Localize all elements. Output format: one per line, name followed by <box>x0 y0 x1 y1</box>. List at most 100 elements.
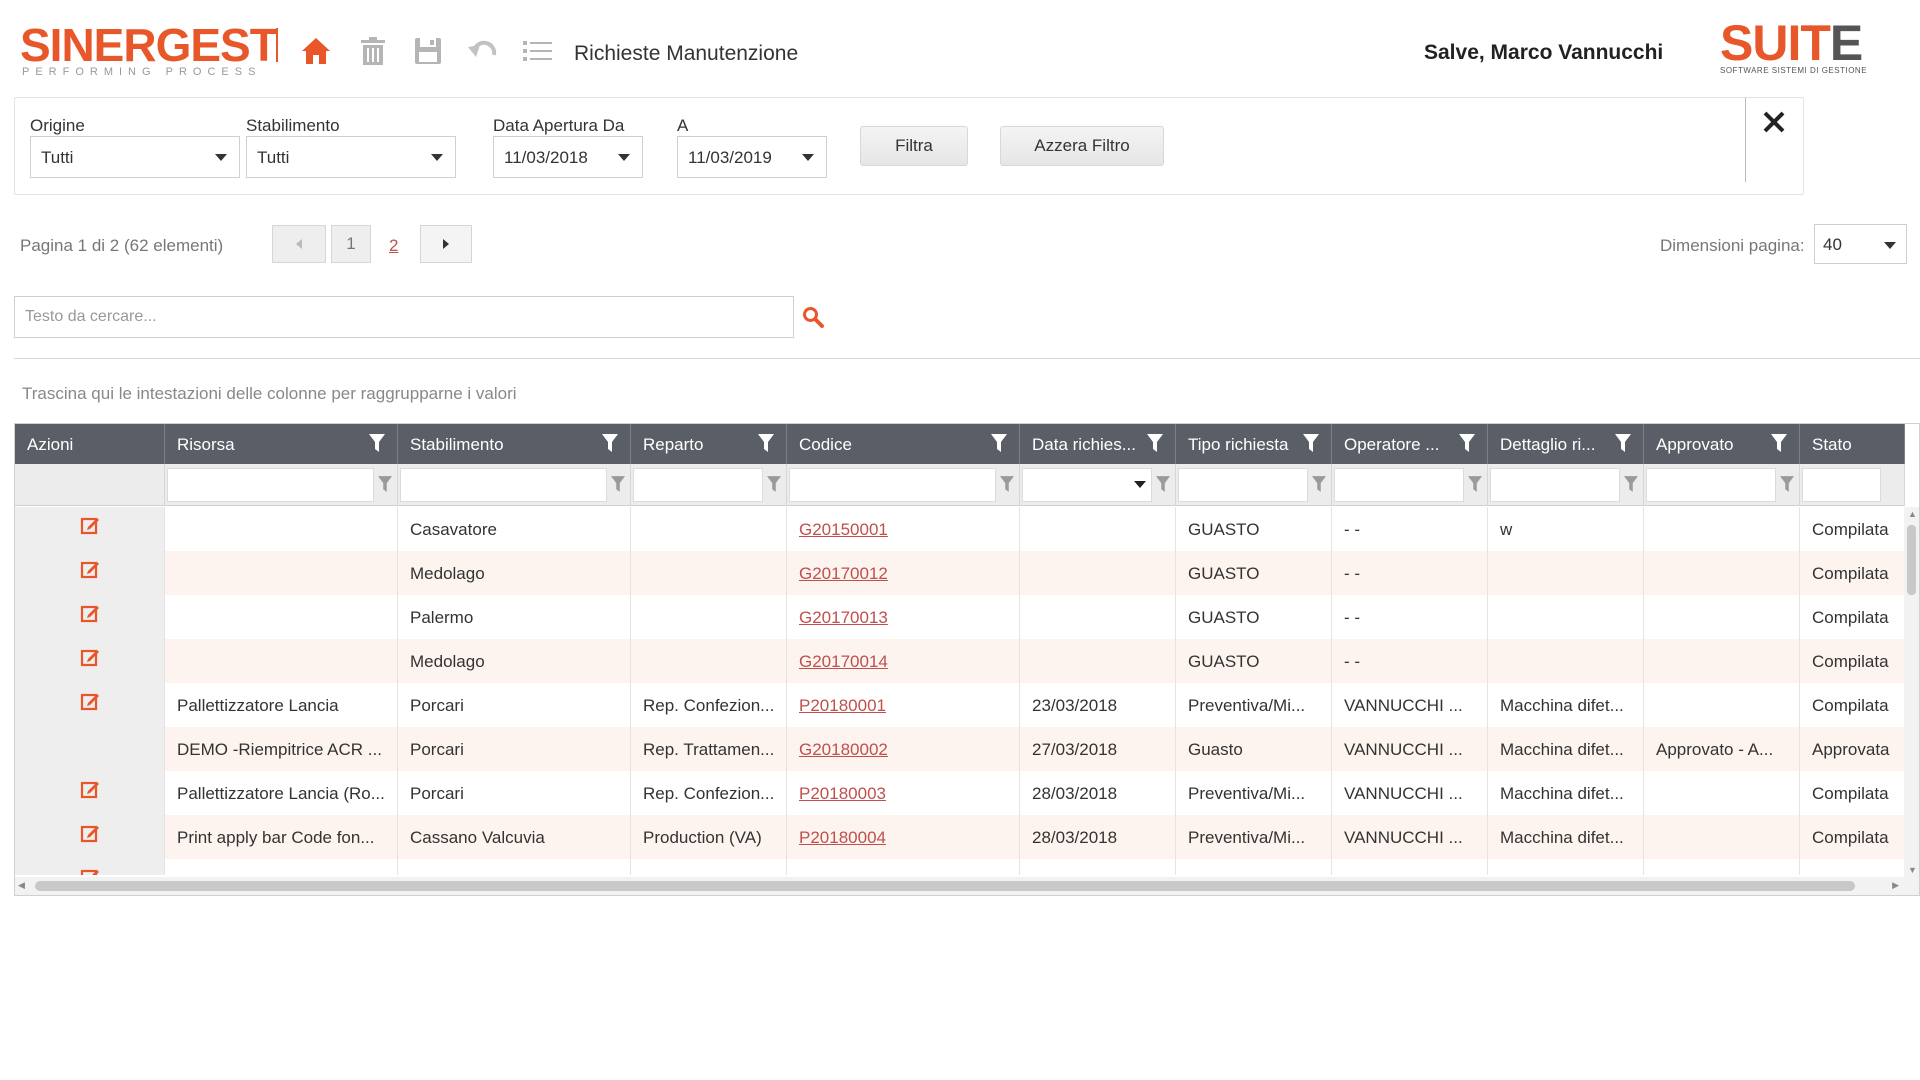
page-size-select[interactable]: 40 <box>1814 224 1907 264</box>
pager-next-button[interactable] <box>420 225 472 263</box>
filter-icon[interactable] <box>611 476 625 492</box>
codice-link[interactable]: P20180005 <box>799 872 886 875</box>
table-row[interactable]: Casavatore G20150001 GUASTO - - w Compilata <box>15 507 1905 551</box>
filter-icon[interactable] <box>991 434 1007 452</box>
search-icon[interactable] <box>802 306 824 328</box>
column-header-7[interactable]: Operatore ... <box>1332 424 1488 464</box>
origine-select[interactable]: Tutti <box>30 136 240 178</box>
filter-icon[interactable] <box>1000 476 1014 492</box>
filter-icon[interactable] <box>1615 434 1631 452</box>
column-filter-input[interactable] <box>789 468 996 502</box>
brand-right: SUITE <box>1720 18 1867 68</box>
horizontal-scroll-thumb[interactable] <box>35 881 1855 891</box>
filtra-button[interactable]: Filtra <box>860 126 968 166</box>
column-header-8[interactable]: Dettaglio ri... <box>1488 424 1644 464</box>
table-row[interactable]: Palermo G20170013 GUASTO - - Compilata <box>15 595 1905 639</box>
scroll-left-icon[interactable]: ◀ <box>18 880 25 891</box>
home-icon[interactable] <box>299 34 333 68</box>
filter-icon[interactable] <box>1156 476 1170 492</box>
column-header-10[interactable]: Stato <box>1800 424 1905 464</box>
filter-icon[interactable] <box>378 476 392 492</box>
edit-icon[interactable] <box>80 779 100 799</box>
column-header-4[interactable]: Codice <box>787 424 1020 464</box>
filter-icon[interactable] <box>1468 476 1482 492</box>
column-filter-input[interactable] <box>167 468 374 502</box>
table-row[interactable]: Pallettizzatore Lancia (Ro... Porcari Rep.… <box>15 771 1905 815</box>
column-filter-input[interactable] <box>1022 468 1152 502</box>
filter-icon[interactable] <box>1624 476 1638 492</box>
group-panel-hint[interactable]: Trascina qui le intestazioni delle colon… <box>22 384 517 404</box>
filter-icon[interactable] <box>1771 434 1787 452</box>
table-row[interactable]: Medolago G20170012 GUASTO - - Compilata <box>15 551 1905 595</box>
table-row[interactable]: Pallettizzatore Lancia Porcari Rep. Confez… <box>15 683 1905 727</box>
column-header-3[interactable]: Reparto <box>631 424 787 464</box>
codice-link[interactable]: P20180001 <box>799 696 886 715</box>
edit-icon[interactable] <box>80 867 100 875</box>
filter-icon[interactable] <box>369 434 385 452</box>
column-filter-input[interactable] <box>1646 468 1776 502</box>
codice-link[interactable]: G20170013 <box>799 608 888 627</box>
column-header-9[interactable]: Approvato <box>1644 424 1800 464</box>
pager-page-2[interactable]: 2 <box>389 236 398 256</box>
filter-icon[interactable] <box>758 434 774 452</box>
search-input[interactable] <box>14 296 794 338</box>
edit-icon[interactable] <box>80 647 100 667</box>
column-filter-input[interactable] <box>633 468 763 502</box>
table-row[interactable]: Medolago G20170014 GUASTO - - Compilata <box>15 639 1905 683</box>
filter-icon[interactable] <box>1459 434 1475 452</box>
data-a-picker[interactable]: 11/03/2019 <box>677 136 827 178</box>
table-row[interactable]: DEMO -Riempitrice ACR ... Porcari Rep. Tra… <box>15 727 1905 771</box>
scroll-right-icon[interactable]: ▶ <box>1892 880 1899 891</box>
column-filter-input[interactable] <box>1490 468 1620 502</box>
filter-icon[interactable] <box>602 434 618 452</box>
column-filter-input[interactable] <box>1802 468 1881 502</box>
vertical-scroll-thumb[interactable] <box>1907 525 1916 595</box>
edit-icon[interactable] <box>80 603 100 623</box>
sinergest-logo[interactable]: SINERGEST PERFORMING PROCESS <box>20 22 278 78</box>
codice-link[interactable]: P20180004 <box>799 828 886 847</box>
edit-icon[interactable] <box>80 515 100 535</box>
list-icon[interactable] <box>521 34 555 68</box>
filter-icon[interactable] <box>767 476 781 492</box>
pager-page-1[interactable]: 1 <box>331 225 371 263</box>
column-filter-input[interactable] <box>400 468 607 502</box>
codice-link[interactable]: G20180002 <box>799 740 888 759</box>
scroll-down-icon[interactable]: ▼ <box>1908 865 1917 875</box>
chevron-down-icon[interactable] <box>1134 481 1146 488</box>
column-header-1[interactable]: Risorsa <box>165 424 398 464</box>
stabilimento-select[interactable]: Tutti <box>246 136 456 178</box>
column-filter-input[interactable] <box>1178 468 1308 502</box>
codice-link[interactable]: G20150001 <box>799 520 888 539</box>
azzera-filtro-button[interactable]: Azzera Filtro <box>1000 126 1164 166</box>
column-filter-input[interactable] <box>1334 468 1464 502</box>
vertical-scrollbar[interactable]: ▲ ▼ <box>1904 507 1919 877</box>
table-row[interactable]: Collettore di scarico (R...PorcariRep. C… <box>15 859 1905 875</box>
codice-link[interactable]: G20170014 <box>799 652 888 671</box>
table-row[interactable]: Print apply bar Code fon... Cassano Valcu… <box>15 815 1905 859</box>
pager-prev-button[interactable] <box>272 225 326 263</box>
save-icon[interactable] <box>411 34 445 68</box>
filter-icon[interactable] <box>1312 476 1326 492</box>
column-header-5[interactable]: Data richies... <box>1020 424 1176 464</box>
filter-icon[interactable] <box>1780 476 1794 492</box>
edit-icon[interactable] <box>80 823 100 843</box>
edit-icon[interactable] <box>80 691 100 711</box>
cell-risorsa <box>165 507 398 551</box>
column-header-6[interactable]: Tipo richiesta <box>1176 424 1332 464</box>
filter-icon[interactable] <box>1147 434 1163 452</box>
trash-icon[interactable] <box>356 34 390 68</box>
codice-link[interactable]: G20170012 <box>799 564 888 583</box>
cell-data <box>1020 639 1176 683</box>
undo-icon[interactable] <box>466 34 500 68</box>
cell-stabilimento: Medolago <box>398 639 631 683</box>
horizontal-scrollbar[interactable]: ◀ ▶ <box>15 877 1919 895</box>
actions-cell <box>15 859 165 875</box>
edit-icon[interactable] <box>80 559 100 579</box>
filter-icon[interactable] <box>1303 434 1319 452</box>
codice-link[interactable]: P20180003 <box>799 784 886 803</box>
close-icon[interactable] <box>1760 108 1792 140</box>
column-header-0[interactable]: Azioni <box>15 424 165 464</box>
scroll-up-icon[interactable]: ▲ <box>1908 509 1917 519</box>
column-header-2[interactable]: Stabilimento <box>398 424 631 464</box>
data-da-picker[interactable]: 11/03/2018 <box>493 136 643 178</box>
